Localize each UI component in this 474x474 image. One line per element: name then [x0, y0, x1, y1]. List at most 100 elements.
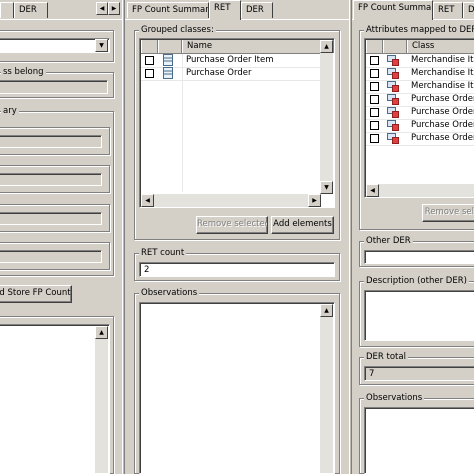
tab-der[interactable]: DER: [241, 2, 273, 18]
summary-label: ary: [1, 106, 19, 116]
row-checkbox[interactable]: [370, 108, 379, 117]
ret-count-field[interactable]: 2: [139, 262, 335, 277]
attribute-icon: [387, 94, 399, 105]
row-class: Purchase Order: [411, 120, 474, 130]
table-row[interactable]: Purchase Order: [366, 119, 474, 133]
grouped-classes-table[interactable]: Name Purchase Order Item Purchase Order …: [139, 38, 335, 208]
remove-selected-button[interactable]: Remove selected: [196, 216, 268, 234]
description-label: Description (other DER): [364, 276, 469, 286]
right-observations-field[interactable]: [364, 407, 474, 474]
header-checkbox-column[interactable]: [366, 40, 383, 53]
ret-count-label: RET count: [139, 248, 187, 258]
class-icon: [163, 54, 173, 66]
store-fp-count-button[interactable]: d Store FP Count: [0, 285, 72, 303]
header-class[interactable]: Class: [407, 40, 474, 53]
row-class: Purchase Order: [411, 133, 474, 143]
row-checkbox[interactable]: [370, 69, 379, 78]
remove-selected-button[interactable]: Remove sele: [422, 204, 474, 222]
table-row[interactable]: Purchase Order: [366, 132, 474, 146]
class-belong-field: [0, 80, 108, 94]
scroll-up-button[interactable]: ▲: [320, 40, 333, 53]
class-belong-label: ss belong: [1, 67, 46, 77]
scroll-up-button[interactable]: ▲: [95, 326, 108, 339]
row-class: Purchase Order: [411, 107, 474, 117]
tab-fp-count-summary[interactable]: FP Count Summary: [353, 0, 433, 20]
row-checkbox[interactable]: [370, 95, 379, 104]
row-name: Purchase Order Item: [186, 55, 274, 65]
tab-scroll-right-button[interactable]: ▶: [108, 2, 120, 15]
description-field[interactable]: [364, 290, 474, 341]
attribute-icon: [387, 133, 399, 144]
summary-field-2: [0, 173, 102, 186]
row-checkbox[interactable]: [370, 56, 379, 65]
tab-fp-count-summary[interactable]: FP Count Summary: [127, 2, 209, 18]
row-checkbox[interactable]: [145, 69, 154, 78]
table-row[interactable]: Purchase Order Item: [141, 54, 320, 68]
right-pane: FP Count Summary RET DER Attributes mapp…: [352, 0, 474, 474]
observations-label: Observations: [139, 288, 200, 298]
add-elements-button[interactable]: Add elements: [271, 216, 334, 234]
middle-pane: FP Count Summary RET DER Grouped classes…: [125, 0, 349, 474]
row-class: Merchandise Item: [411, 81, 474, 91]
attribute-icon: [387, 120, 399, 131]
grouped-classes-vscroll[interactable]: ▲ ▼: [320, 40, 333, 194]
row-class: Purchase Order: [411, 94, 474, 104]
other-der-label: Other DER: [364, 236, 413, 246]
attribute-icon: [387, 107, 399, 118]
row-checkbox[interactable]: [145, 56, 154, 65]
left-observations-scrollbar[interactable]: ▲: [95, 326, 108, 473]
class-select[interactable]: [0, 38, 110, 53]
observations-scrollbar[interactable]: ▲: [320, 304, 333, 473]
observations-textarea[interactable]: ▲: [139, 302, 335, 474]
attributes-table[interactable]: Class Merchandise Item Merchandise Item: [364, 38, 474, 198]
right-observations-label: Observations: [364, 393, 425, 403]
table-row[interactable]: Purchase Order: [141, 67, 320, 81]
tab-scroll-left-button[interactable]: ◀: [96, 2, 108, 15]
row-checkbox[interactable]: [370, 82, 379, 91]
summary-field-3: [0, 212, 102, 225]
tab-der[interactable]: DER: [14, 2, 48, 18]
header-icon-column[interactable]: [383, 40, 407, 53]
table-row[interactable]: Merchandise Item: [366, 54, 474, 68]
row-checkbox[interactable]: [370, 121, 379, 130]
class-icon: [163, 67, 173, 79]
header-icon-column[interactable]: [158, 40, 182, 53]
scroll-left-button[interactable]: ◀: [141, 194, 154, 207]
scroll-down-button[interactable]: ▼: [320, 181, 333, 194]
table-header: Name: [141, 40, 334, 54]
scroll-up-button[interactable]: ▲: [320, 304, 333, 317]
tab-ret[interactable]: RET: [433, 2, 463, 18]
der-total-field: 7: [364, 366, 474, 381]
scroll-left-button[interactable]: ◀: [366, 184, 379, 197]
left-observations-textarea[interactable]: ▲: [0, 324, 110, 474]
table-row[interactable]: Merchandise Item: [366, 67, 474, 81]
tab-partial[interactable]: [0, 2, 14, 18]
other-der-field[interactable]: [364, 250, 474, 264]
table-row[interactable]: Merchandise Item: [366, 80, 474, 94]
attributes-label: Attributes mapped to DERs:: [364, 25, 474, 35]
summary-field-1: [0, 135, 102, 148]
summary-field-4: [0, 250, 102, 263]
grouped-classes-label: Grouped classes:: [139, 25, 216, 35]
dropdown-button[interactable]: ▼: [95, 39, 108, 52]
right-tabbar: FP Count Summary RET DER: [352, 0, 474, 20]
attribute-icon: [387, 68, 399, 79]
der-total-label: DER total: [364, 352, 408, 362]
grouped-classes-hscroll[interactable]: ◀ ▶: [141, 194, 321, 207]
table-row[interactable]: Purchase Order: [366, 106, 474, 120]
table-row[interactable]: Purchase Order: [366, 93, 474, 107]
row-checkbox[interactable]: [370, 134, 379, 143]
tab-der[interactable]: DER: [463, 2, 474, 18]
attribute-icon: [387, 81, 399, 92]
row-name: Purchase Order: [186, 68, 252, 78]
header-name[interactable]: Name: [182, 40, 334, 53]
left-tabbar: DER ◀ ▶: [0, 0, 122, 20]
table-header: Class: [366, 40, 474, 54]
scroll-right-button[interactable]: ▶: [308, 194, 321, 207]
left-pane: DER ◀ ▶ ▼ ss belong ary d Store FP Count…: [0, 0, 122, 474]
middle-tabbar: FP Count Summary RET DER: [125, 0, 349, 20]
row-class: Merchandise Item: [411, 68, 474, 78]
tab-ret[interactable]: RET: [209, 0, 241, 20]
attributes-hscroll[interactable]: ◀: [366, 184, 474, 197]
header-checkbox-column[interactable]: [141, 40, 158, 53]
